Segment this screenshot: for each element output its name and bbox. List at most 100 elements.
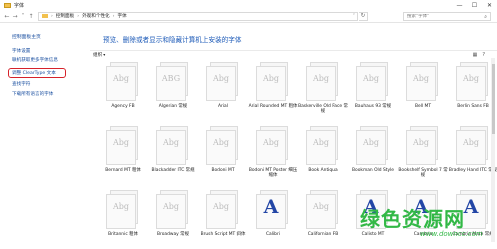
font-item[interactable]: Abg Bodoni MT — [198, 126, 248, 190]
font-item[interactable]: Abg Berlin Sans FB — [448, 62, 497, 126]
font-sample: Abg — [212, 138, 230, 147]
control-panel-home-link[interactable]: 控制面板主页 — [12, 33, 41, 40]
watermark-logo: 绿色资源网 — [360, 207, 465, 231]
toolbar-right: ▦ ? — [473, 52, 485, 58]
font-item[interactable]: Abg Britannic 粗体 — [98, 190, 148, 249]
font-name-label: Broadway 常规 — [157, 232, 189, 237]
font-sample: Abg — [412, 74, 430, 83]
view-options-icon[interactable]: ▦ — [473, 52, 478, 58]
font-name-label: Bookman Old Style — [352, 168, 394, 173]
font-item[interactable]: Abg Broadway 常规 — [148, 190, 198, 249]
download-fonts-link[interactable]: 下载所有语言的字体 — [12, 91, 53, 97]
font-item[interactable]: Abg Bernard MT 粗体 — [98, 126, 148, 190]
font-name-label: Agency FB — [111, 104, 135, 109]
scrollbar-thumb[interactable] — [491, 64, 495, 134]
font-item[interactable]: Abg Californian FB — [298, 190, 348, 249]
font-thumbnail: Abg — [204, 126, 242, 166]
online-font-info-link[interactable]: 联机获取更多字体信息 — [12, 57, 58, 63]
font-page-front — [406, 130, 436, 165]
font-item[interactable]: Abg Bell MT — [398, 62, 448, 126]
font-name-label: Blackadder ITC 常规 — [151, 168, 195, 173]
font-item[interactable]: Abg Bodoni MT Poster 细压缩体 — [248, 126, 298, 190]
search-icon[interactable]: ⌕ — [484, 14, 487, 20]
font-sample: Abg — [112, 202, 130, 211]
font-item[interactable]: Abg Baskerville Old Face 常规 — [298, 62, 348, 126]
font-name-label: Bodoni MT — [211, 168, 235, 173]
font-page-front — [456, 66, 486, 101]
font-sample: Abg — [312, 202, 330, 211]
font-page-front — [306, 130, 336, 165]
font-page-front — [306, 194, 336, 229]
font-settings-link[interactable]: 字体设置 — [12, 48, 30, 54]
back-arrow-icon[interactable]: ← — [3, 12, 11, 20]
font-name-label: Bauhaus 93 常规 — [354, 104, 392, 109]
font-item[interactable]: Abg Bradley Hand ITC 常规 — [448, 126, 497, 190]
breadcrumb-appearance[interactable]: 外观和个性化 — [82, 13, 110, 19]
recent-dropdown-icon[interactable]: ˅ — [19, 12, 27, 20]
font-page-front — [206, 194, 236, 229]
font-thumbnail: Abg — [204, 190, 242, 230]
font-name-label: Arial Rounded MT 粗体 — [248, 104, 298, 109]
font-thumbnail: Abg — [254, 126, 292, 166]
font-thumbnail: Abg — [104, 62, 142, 102]
font-sample: Abg — [212, 202, 230, 211]
font-thumbnail: Abg — [454, 62, 492, 102]
close-button[interactable]: ✕ — [482, 0, 497, 10]
maximize-button[interactable]: ☐ — [467, 0, 482, 10]
font-item[interactable]: A Calibri — [248, 190, 298, 249]
organize-caret-icon: ▾ — [103, 52, 106, 57]
font-item[interactable]: Abg Arial — [198, 62, 248, 126]
font-thumbnail: A — [254, 190, 292, 230]
search-input[interactable] — [407, 14, 479, 19]
font-page-front — [156, 66, 186, 101]
organize-menu[interactable]: 组织▾ — [93, 52, 105, 58]
font-item[interactable]: Abg Arial Rounded MT 粗体 — [248, 62, 298, 126]
font-name-label: Calisto MT — [361, 232, 385, 237]
font-item[interactable]: Abg Blackadder ITC 常规 — [148, 126, 198, 190]
font-sample: Abg — [462, 74, 480, 83]
font-item[interactable]: Abg Brush Script MT 斜体 — [198, 190, 248, 249]
font-thumbnail: Abg — [454, 126, 492, 166]
search-box[interactable]: ⌕ — [403, 12, 491, 21]
organize-label: 组织 — [93, 53, 103, 58]
font-item[interactable]: Abg Bookshelf Symbol 7 常规 — [398, 126, 448, 190]
font-page-front — [206, 66, 236, 101]
font-item[interactable]: Abg Bookman Old Style — [348, 126, 398, 190]
font-sample: Abg — [412, 138, 430, 147]
font-item[interactable]: ABG Algerian 常规 — [148, 62, 198, 126]
address-dropdown-icon[interactable]: ˅ — [351, 14, 357, 19]
font-sample: Abg — [162, 202, 180, 211]
font-sample: Abg — [462, 138, 480, 147]
font-name-label: Calibri — [265, 232, 280, 237]
font-thumbnail: ABG — [154, 62, 192, 102]
font-page-front — [156, 130, 186, 165]
font-name-label: Britannic 粗体 — [108, 232, 138, 237]
font-thumbnail: Abg — [204, 62, 242, 102]
breadcrumb-control-panel[interactable]: 控制面板 — [56, 13, 74, 19]
refresh-icon[interactable]: ↻ — [359, 11, 368, 21]
font-name-label: Californian FB — [307, 232, 339, 237]
address-box[interactable]: › 控制面板 › 外观和个性化 › 字体 ˅ — [38, 11, 358, 21]
page-heading: 预览、删除或者显示和隐藏计算机上安装的字体 — [103, 36, 242, 44]
vertical-scrollbar[interactable] — [491, 58, 495, 242]
breadcrumb-fonts[interactable]: 字体 — [118, 13, 127, 19]
font-page-front — [356, 66, 386, 101]
forward-arrow-icon[interactable]: → — [11, 12, 19, 20]
font-name-label: Algerian 常规 — [158, 104, 188, 109]
font-sample: Abg — [312, 138, 330, 147]
window-title: 字体 — [14, 2, 25, 9]
up-arrow-icon[interactable]: ↑ — [27, 12, 35, 20]
font-item[interactable]: Abg Bauhaus 93 常规 — [348, 62, 398, 126]
find-character-link[interactable]: 查找字符 — [12, 81, 30, 87]
font-thumbnail: Abg — [354, 62, 392, 102]
font-sample: Abg — [312, 74, 330, 83]
font-name-label: Bodoni MT Poster 细压缩体 — [248, 168, 298, 179]
font-name-label: Bernard MT 粗体 — [105, 168, 141, 173]
help-icon[interactable]: ? — [482, 52, 485, 58]
font-thumbnail: Abg — [154, 126, 192, 166]
folder-icon — [4, 2, 11, 8]
font-sample: Abg — [262, 74, 280, 83]
minimize-button[interactable]: — — [452, 0, 467, 10]
font-item[interactable]: Abg Book Antiqua — [298, 126, 348, 190]
font-item[interactable]: Abg Agency FB — [98, 62, 148, 126]
